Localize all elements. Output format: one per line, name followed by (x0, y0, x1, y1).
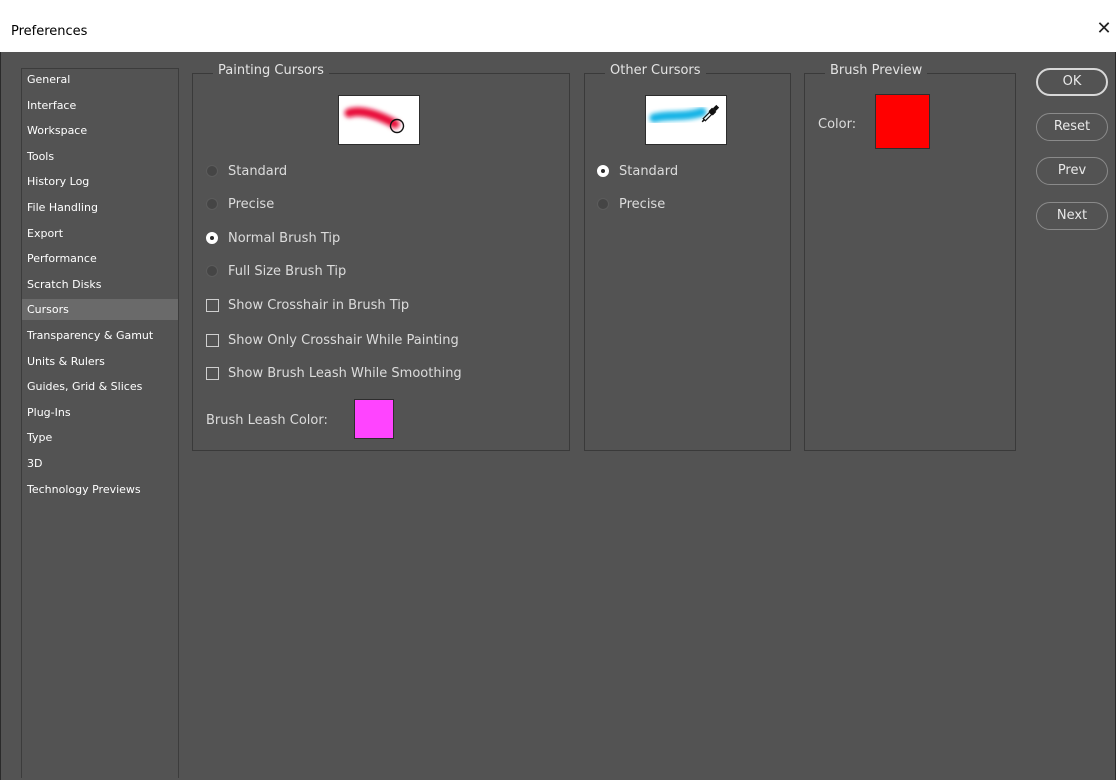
brush-leash-color-swatch[interactable] (354, 399, 394, 439)
sidebar-item-interface[interactable]: Interface (22, 95, 178, 116)
sidebar-item-plug-ins[interactable]: Plug-Ins (22, 402, 178, 423)
radio-button[interactable] (597, 198, 609, 210)
eyedropper-cursor-icon (649, 104, 720, 123)
brush-preview-title: Brush Preview (825, 63, 928, 78)
brush-leash-color-label: Brush Leash Color: (206, 413, 328, 428)
sidebar-item-guides-grid-slices[interactable]: Guides, Grid & Slices (22, 376, 178, 397)
radio-label: Standard (228, 164, 288, 179)
sidebar-item-scratch-disks[interactable]: Scratch Disks (22, 274, 178, 295)
radio-button-selected[interactable] (597, 165, 609, 177)
radio-label: Precise (619, 197, 666, 212)
checkbox[interactable] (206, 299, 219, 312)
radio-button[interactable] (206, 198, 218, 210)
brush-stroke-circle-cursor-icon (344, 107, 405, 134)
radio-label: Precise (228, 197, 275, 212)
sidebar-item-3d[interactable]: 3D (22, 453, 178, 474)
other-cursors-group: Other Cursors Standard Precise (584, 63, 791, 451)
brush-preview-color-label: Color: (818, 117, 857, 132)
checkbox-label: Show Brush Leash While Smoothing (228, 366, 462, 381)
sidebar-item-general[interactable]: General (22, 69, 178, 90)
sidebar-item-units-rulers[interactable]: Units & Rulers (22, 351, 178, 372)
sidebar-item-cursors[interactable]: Cursors (22, 299, 178, 321)
radio-button[interactable] (206, 265, 218, 277)
checkbox[interactable] (206, 367, 219, 380)
next-button[interactable]: Next (1036, 202, 1108, 230)
close-icon[interactable]: ✕ (1092, 14, 1116, 44)
painting-cursor-preview (338, 95, 420, 145)
sidebar-item-performance[interactable]: Performance (22, 248, 178, 269)
title-bar: Preferences ✕ (0, 0, 1116, 52)
radio-label: Standard (619, 164, 679, 179)
checkbox-label: Show Only Crosshair While Painting (228, 333, 459, 348)
painting-cursors-title: Painting Cursors (213, 63, 329, 78)
sidebar-item-technology-previews[interactable]: Technology Previews (22, 479, 178, 500)
sidebar-item-tools[interactable]: Tools (22, 146, 178, 167)
prev-button[interactable]: Prev (1036, 157, 1108, 185)
sidebar-item-workspace[interactable]: Workspace (22, 120, 178, 141)
radio-button-selected[interactable] (206, 232, 218, 244)
sidebar-item-file-handling[interactable]: File Handling (22, 197, 178, 218)
other-cursor-preview (645, 95, 727, 145)
window-title: Preferences (11, 24, 88, 39)
sidebar-item-history-log[interactable]: History Log (22, 171, 178, 192)
brush-preview-color-swatch[interactable] (875, 94, 930, 149)
preferences-category-list: General Interface Workspace Tools Histor… (21, 68, 179, 778)
reset-button[interactable]: Reset (1036, 113, 1108, 141)
other-cursors-title: Other Cursors (605, 63, 706, 78)
radio-label: Full Size Brush Tip (228, 264, 347, 279)
paint-stroke (344, 107, 400, 129)
sidebar-item-export[interactable]: Export (22, 223, 178, 244)
radio-button[interactable] (206, 165, 218, 177)
painting-cursors-group: Painting Cursors Standard Precise Normal… (192, 63, 570, 451)
cursor-stroke (649, 107, 707, 123)
checkbox-label: Show Crosshair in Brush Tip (228, 298, 410, 313)
ok-button[interactable]: OK (1036, 68, 1108, 96)
checkbox[interactable] (206, 334, 219, 347)
radio-label: Normal Brush Tip (228, 231, 341, 246)
sidebar-item-type[interactable]: Type (22, 427, 178, 448)
window-border-left (0, 52, 1, 780)
brush-preview-group: Brush Preview Color: (804, 63, 1016, 451)
sidebar-item-transparency-gamut[interactable]: Transparency & Gamut (22, 325, 178, 346)
